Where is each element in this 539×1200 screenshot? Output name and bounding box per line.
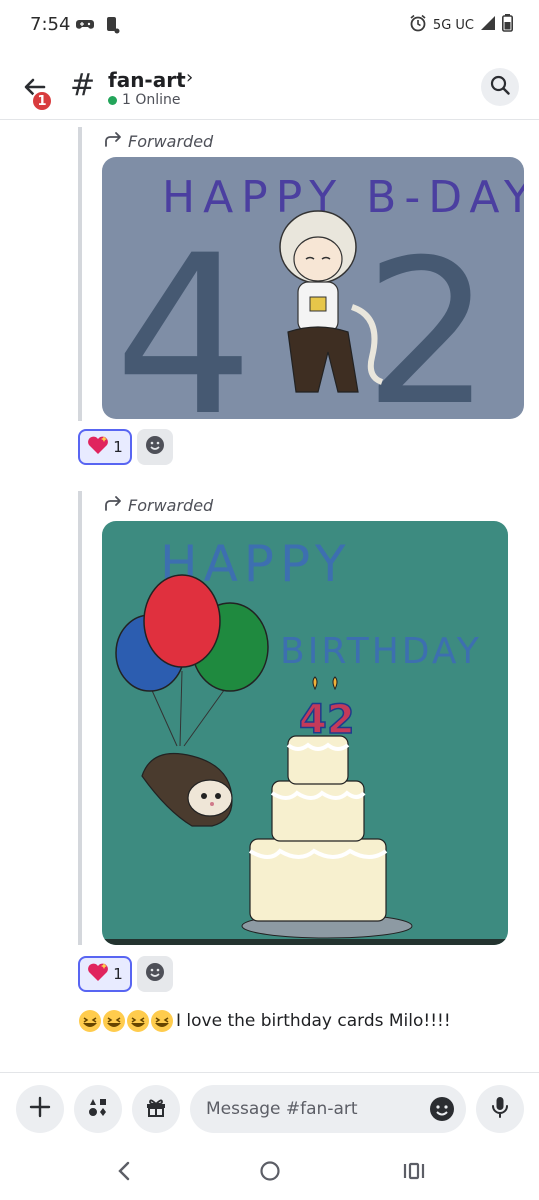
chat-message[interactable]: I love the birthday cards Milo!!!!: [78, 1009, 451, 1033]
channel-header: 1 # fan-art › 1 Online: [0, 52, 539, 120]
chevron-right-icon[interactable]: ›: [186, 67, 193, 88]
reaction-count: 1: [113, 438, 123, 456]
unread-badge: 1: [31, 90, 53, 112]
nav-home-button[interactable]: [250, 1158, 290, 1188]
forward-arrow-icon: [104, 131, 122, 151]
smiley-icon: [144, 434, 166, 460]
add-reaction-button[interactable]: [137, 956, 173, 992]
reaction-heart[interactable]: 1: [78, 429, 132, 465]
notification-icon: [106, 16, 120, 38]
online-count: 1 Online: [122, 92, 181, 108]
online-status: 1 Online: [108, 92, 181, 108]
candle-number: 42: [299, 697, 355, 743]
channel-hash-icon: #: [70, 68, 96, 103]
forwarded-message: [78, 127, 82, 421]
status-bar: 7:54 5G UC: [0, 0, 539, 52]
forwarded-message: [78, 491, 82, 945]
online-dot-icon: [108, 95, 117, 105]
forward-arrow-icon: [104, 495, 122, 515]
forwarded-label: Forwarded: [104, 495, 213, 515]
nav-recents-icon: [402, 1160, 426, 1186]
network-label: 5G UC: [432, 17, 474, 33]
nav-home-icon: [259, 1160, 281, 1186]
microphone-icon: [488, 1095, 512, 1123]
card-heading-line2: BIRTHDAY: [280, 631, 482, 672]
grinning-squinting-icon: [103, 1010, 125, 1032]
card-number-left: 4: [114, 208, 254, 419]
smiley-icon: [430, 1097, 454, 1121]
status-time: 7:54: [30, 14, 71, 35]
nav-back-button[interactable]: [104, 1158, 144, 1188]
message-placeholder: Message #fan-art: [206, 1099, 358, 1119]
search-icon: [489, 74, 511, 100]
birthday-cake-image[interactable]: HAPPY BIRTHDAY 42: [102, 521, 508, 945]
message-list[interactable]: Forwarded HAPPY B-DAY! 4 2 1: [0, 121, 539, 1071]
system-nav-bar: [0, 1148, 539, 1200]
smiley-icon: [144, 961, 166, 987]
alarm-icon: [409, 14, 427, 36]
sparkling-heart-icon: [87, 435, 109, 459]
emoji-group: [78, 1009, 174, 1033]
message-text: I love the birthday cards Milo!!!!: [176, 1011, 451, 1031]
search-button[interactable]: [481, 68, 519, 106]
sparkling-heart-icon: [87, 962, 109, 986]
message-input[interactable]: Message #fan-art: [190, 1085, 466, 1133]
nav-recents-button[interactable]: [394, 1158, 434, 1188]
birthday-card-image[interactable]: HAPPY B-DAY! 4 2: [102, 157, 524, 419]
grinning-squinting-icon: [127, 1010, 149, 1032]
grinning-squinting-icon: [79, 1010, 101, 1032]
reaction-count: 1: [113, 965, 123, 983]
battery-icon: [502, 14, 513, 36]
apps-icon: [86, 1095, 110, 1123]
gift-button[interactable]: [132, 1085, 180, 1133]
nav-back-icon: [116, 1160, 132, 1186]
emoji-picker-button[interactable]: [428, 1095, 456, 1128]
gift-icon: [144, 1095, 168, 1123]
grinning-squinting-icon: [151, 1010, 173, 1032]
plus-icon: [28, 1095, 52, 1123]
voice-message-button[interactable]: [476, 1085, 524, 1133]
add-attachment-button[interactable]: [16, 1085, 64, 1133]
gamepad-icon: [76, 16, 94, 38]
reaction-heart[interactable]: 1: [78, 956, 132, 992]
card-number-right: 2: [364, 217, 491, 419]
message-composer: Message #fan-art: [0, 1072, 539, 1148]
apps-button[interactable]: [74, 1085, 122, 1133]
add-reaction-button[interactable]: [137, 429, 173, 465]
channel-name[interactable]: fan-art: [108, 68, 186, 92]
forwarded-label: Forwarded: [104, 131, 213, 151]
signal-icon: [480, 15, 496, 35]
